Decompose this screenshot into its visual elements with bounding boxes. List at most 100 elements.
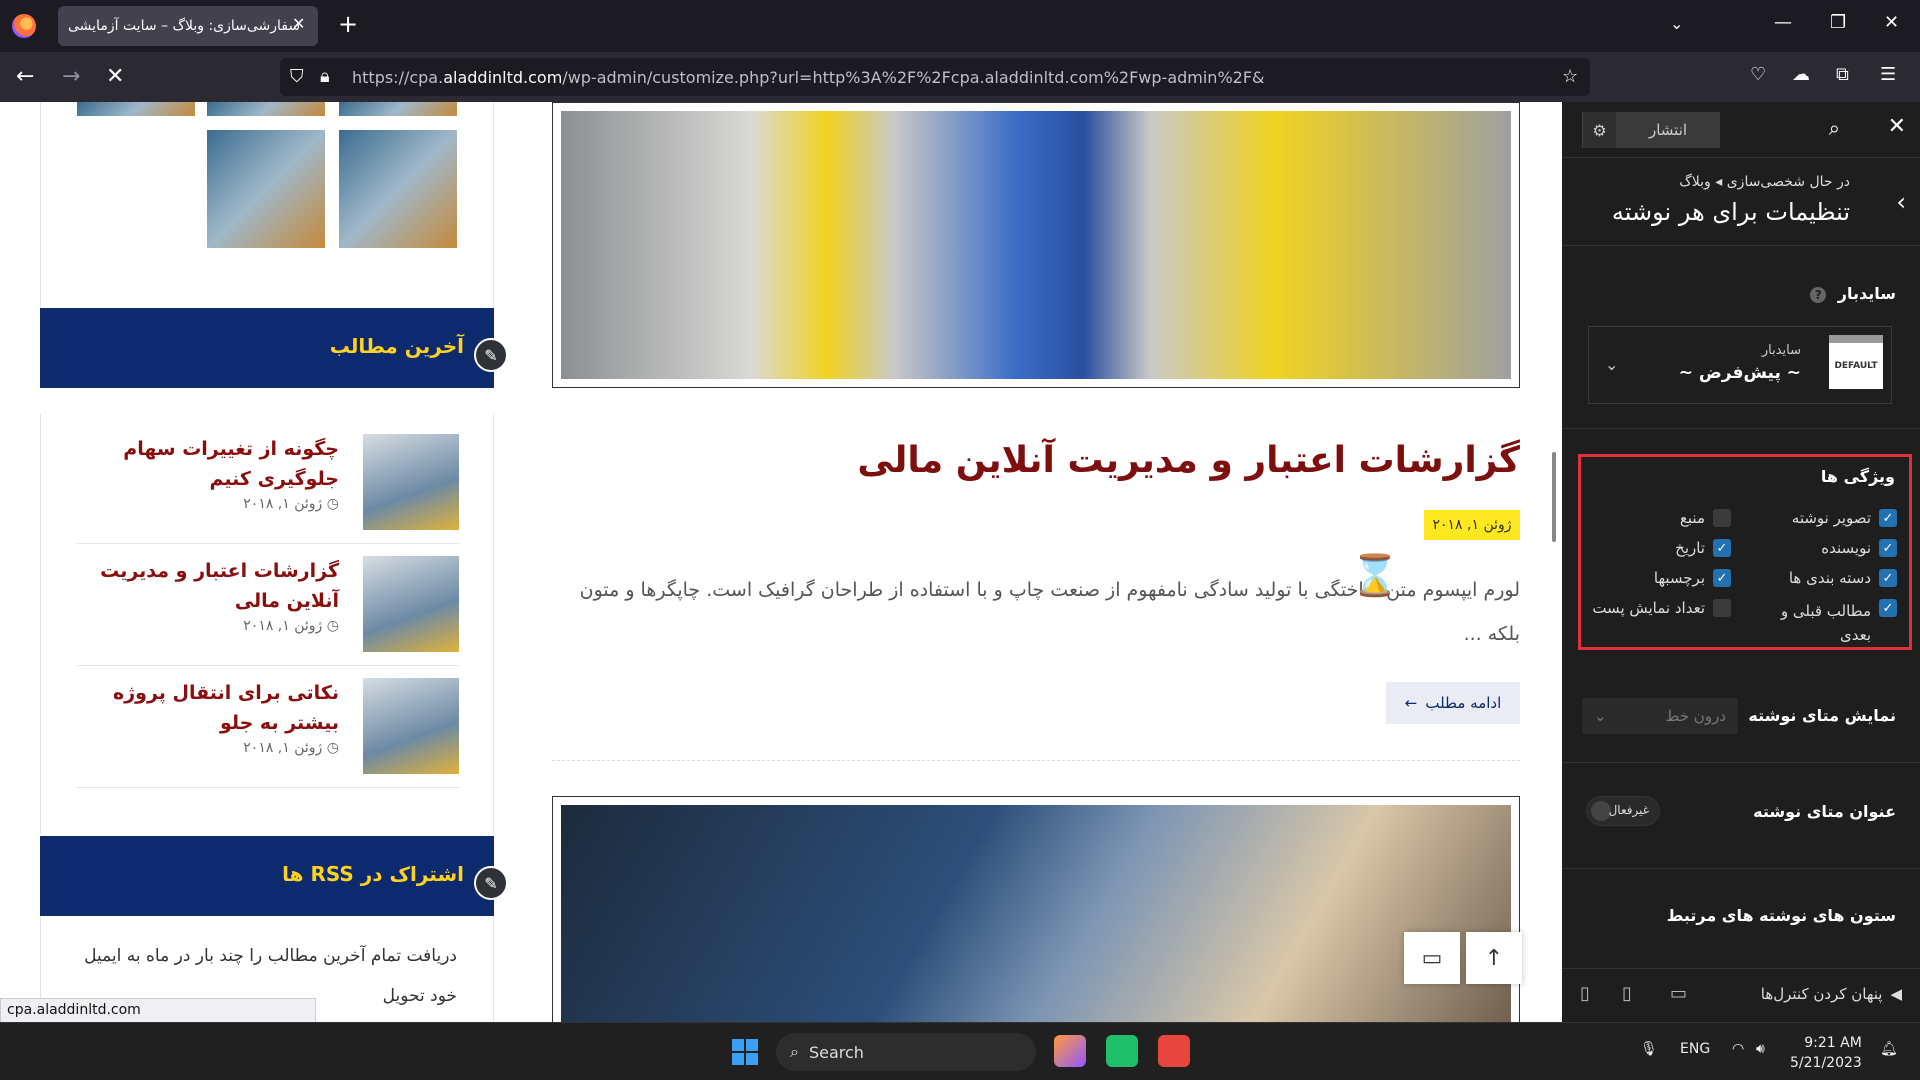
publish-button[interactable]: انتشار: [1616, 112, 1720, 148]
app-taskbar-icon[interactable]: [1158, 1035, 1190, 1067]
browser-tab[interactable]: سفارشی‌سازی: وبلاگ – سایت آزمایشی: [58, 6, 318, 46]
post-title[interactable]: گزارشات اعتبار و مدیریت آنلاین مالی: [552, 440, 1520, 481]
sidebar-select[interactable]: DEFAULT سایدبار ~ پیش‌فرض ~ ⌄: [1588, 326, 1892, 404]
recent-post-item[interactable]: نکاتی برای انتقال پروژه بیشتر به جلو ◷ ژ…: [77, 668, 459, 788]
checkbox-empty-icon[interactable]: [1713, 509, 1731, 527]
checkbox-checked-icon[interactable]: ✓: [1879, 539, 1897, 557]
hide-controls-button[interactable]: ◀ پنهان کردن کنترل‌ها: [1761, 985, 1902, 1003]
notification-icon[interactable]: 🔔︎: [1880, 1041, 1898, 1057]
feature-checkbox[interactable]: تعداد نمایش پست: [1592, 599, 1731, 617]
search-icon[interactable]: ⌕: [1829, 116, 1840, 140]
gallery-image[interactable]: [77, 102, 195, 116]
url-bar[interactable]: ⛉ 🔒︎ https://cpa.aladdinltd.com/wp-admin…: [280, 58, 1590, 96]
restore-icon[interactable]: ❐: [1830, 12, 1846, 33]
forward-icon[interactable]: →: [62, 64, 80, 89]
back-arrow-icon[interactable]: ›: [1896, 188, 1906, 216]
app-taskbar-icon[interactable]: [1106, 1035, 1138, 1067]
comment-icon[interactable]: ▭: [1404, 932, 1460, 984]
help-icon[interactable]: ?: [1810, 287, 1827, 303]
checkbox-checked-icon[interactable]: ✓: [1713, 569, 1731, 587]
gallery-image[interactable]: [339, 102, 457, 116]
feature-label: منبع: [1679, 509, 1705, 527]
feature-checkbox[interactable]: ✓ تصویر نوشته: [1792, 509, 1897, 527]
recent-post-thumbnail[interactable]: [363, 434, 459, 530]
gallery-image[interactable]: [207, 102, 325, 116]
sidebar-select-label: سایدبار: [1761, 343, 1801, 358]
next-post-image[interactable]: [552, 796, 1520, 1022]
microphone-icon[interactable]: 🎙︎: [1640, 1041, 1658, 1057]
account-icon[interactable]: ☁: [1792, 64, 1810, 85]
collapse-arrow-icon: ◀: [1890, 985, 1902, 1003]
firefox-taskbar-icon[interactable]: [1054, 1035, 1086, 1067]
close-customizer-icon[interactable]: ✕: [1888, 114, 1906, 139]
feature-checkbox[interactable]: ✓ برچسبها: [1654, 569, 1731, 587]
gallery-image[interactable]: [207, 130, 325, 248]
feature-label: تعداد نمایش پست: [1592, 599, 1705, 617]
checkbox-checked-icon[interactable]: ✓: [1713, 539, 1731, 557]
feature-checkbox[interactable]: ✓ دسته بندی ها: [1789, 569, 1897, 587]
gallery-image[interactable]: [339, 130, 457, 248]
panel-title: تنظیمات برای هر نوشته: [1611, 198, 1850, 226]
firefox-icon[interactable]: [12, 14, 36, 38]
checkbox-checked-icon[interactable]: ✓: [1879, 569, 1897, 587]
lock-icon[interactable]: 🔒︎: [320, 66, 330, 87]
checkbox-empty-icon[interactable]: [1713, 599, 1731, 617]
new-tab-icon[interactable]: +: [338, 10, 358, 38]
taskbar-search-label: Search: [808, 1042, 864, 1062]
minimize-icon[interactable]: —: [1774, 12, 1792, 33]
recent-post-item[interactable]: گزارشات اعتبار و مدیریت آنلاین مالی ◷ ژو…: [77, 546, 459, 666]
scroll-top-icon[interactable]: ↑: [1466, 932, 1522, 984]
meta-display-value: درون خط: [1665, 707, 1726, 725]
mobile-preview-icon[interactable]: ▯: [1580, 983, 1590, 1004]
recent-post-title[interactable]: گزارشات اعتبار و مدیریت آنلاین مالی: [79, 556, 339, 616]
feature-checkbox[interactable]: ✓ نویسنده: [1821, 539, 1897, 557]
stop-loading-icon[interactable]: ✕: [106, 64, 124, 89]
status-url: cpa.aladdinltd.com: [0, 998, 316, 1024]
extensions-icon[interactable]: ⧉: [1836, 64, 1849, 85]
pocket-icon[interactable]: ♡: [1750, 64, 1766, 85]
windows-start-icon[interactable]: [732, 1039, 758, 1065]
meta-display-select[interactable]: درون خط ⌄: [1582, 698, 1738, 734]
recent-post-item[interactable]: چگونه از تغییرات سهام جلوگیری کنیم ◷ ژوئ…: [77, 424, 459, 544]
feature-checkbox[interactable]: ✓ مطالب قبلی و بعدی: [1767, 599, 1897, 647]
back-icon[interactable]: ←: [16, 64, 34, 89]
taskbar-search[interactable]: ⌕ Search: [776, 1033, 1036, 1071]
chevron-down-icon: ⌄: [1594, 707, 1607, 725]
menu-icon[interactable]: ☰: [1880, 64, 1896, 85]
recent-post-title[interactable]: چگونه از تغییرات سهام جلوگیری کنیم: [79, 434, 339, 494]
preview-scrollbar[interactable]: [1552, 452, 1556, 542]
language-indicator[interactable]: ENG: [1680, 1041, 1710, 1057]
recent-post-thumbnail[interactable]: [363, 556, 459, 652]
feature-checkbox[interactable]: ✓ تاریخ: [1675, 539, 1731, 557]
read-more-button[interactable]: ادامه مطلب ←: [1386, 682, 1520, 724]
chevron-down-icon[interactable]: ⌄: [1605, 355, 1618, 374]
shield-icon[interactable]: ⛉: [290, 66, 304, 87]
meta-title-toggle[interactable]: غیرفعال: [1586, 796, 1660, 826]
breadcrumb-area: › در حال شخصی‌سازی ◂ وبلاگ تنظیمات برای …: [1562, 158, 1920, 246]
feature-label: نویسنده: [1821, 539, 1871, 557]
checkbox-checked-icon[interactable]: ✓: [1879, 509, 1897, 527]
post-featured-image[interactable]: [552, 102, 1520, 388]
desktop-preview-icon[interactable]: ▭: [1670, 983, 1687, 1004]
feature-checkbox[interactable]: منبع: [1680, 509, 1731, 527]
edit-pencil-icon[interactable]: ✎: [474, 338, 508, 372]
tablet-preview-icon[interactable]: ▯: [1622, 983, 1632, 1004]
clock-icon: ◷: [326, 618, 339, 634]
next-post-photo: [561, 805, 1511, 1022]
chevron-down-icon[interactable]: ⌄: [1670, 14, 1683, 33]
volume-icon[interactable]: 🔊︎: [1756, 1041, 1765, 1057]
recent-post-date-text: ژوئن ۱, ۲۰۱۸: [243, 740, 323, 756]
recent-post-title[interactable]: نکاتی برای انتقال پروژه بیشتر به جلو: [79, 678, 339, 738]
window-close-icon[interactable]: ✕: [1884, 12, 1899, 33]
recent-post-thumbnail[interactable]: [363, 678, 459, 774]
edit-pencil-icon[interactable]: ✎: [474, 866, 508, 900]
checkbox-checked-icon[interactable]: ✓: [1879, 599, 1897, 617]
system-clock[interactable]: 9:21 AM 5/21/2023: [1790, 1033, 1862, 1073]
bookmark-star-icon[interactable]: ☆: [1562, 66, 1578, 87]
wifi-icon[interactable]: ◠: [1732, 1041, 1744, 1057]
clock-icon: ◷: [326, 740, 339, 756]
close-tab-icon[interactable]: ✕: [292, 14, 305, 33]
gear-icon[interactable]: ⚙: [1582, 112, 1616, 148]
url-text[interactable]: https://cpa.aladdinltd.com/wp-admin/cust…: [352, 68, 1265, 87]
recent-posts-list: چگونه از تغییرات سهام جلوگیری کنیم ◷ ژوئ…: [40, 414, 494, 834]
